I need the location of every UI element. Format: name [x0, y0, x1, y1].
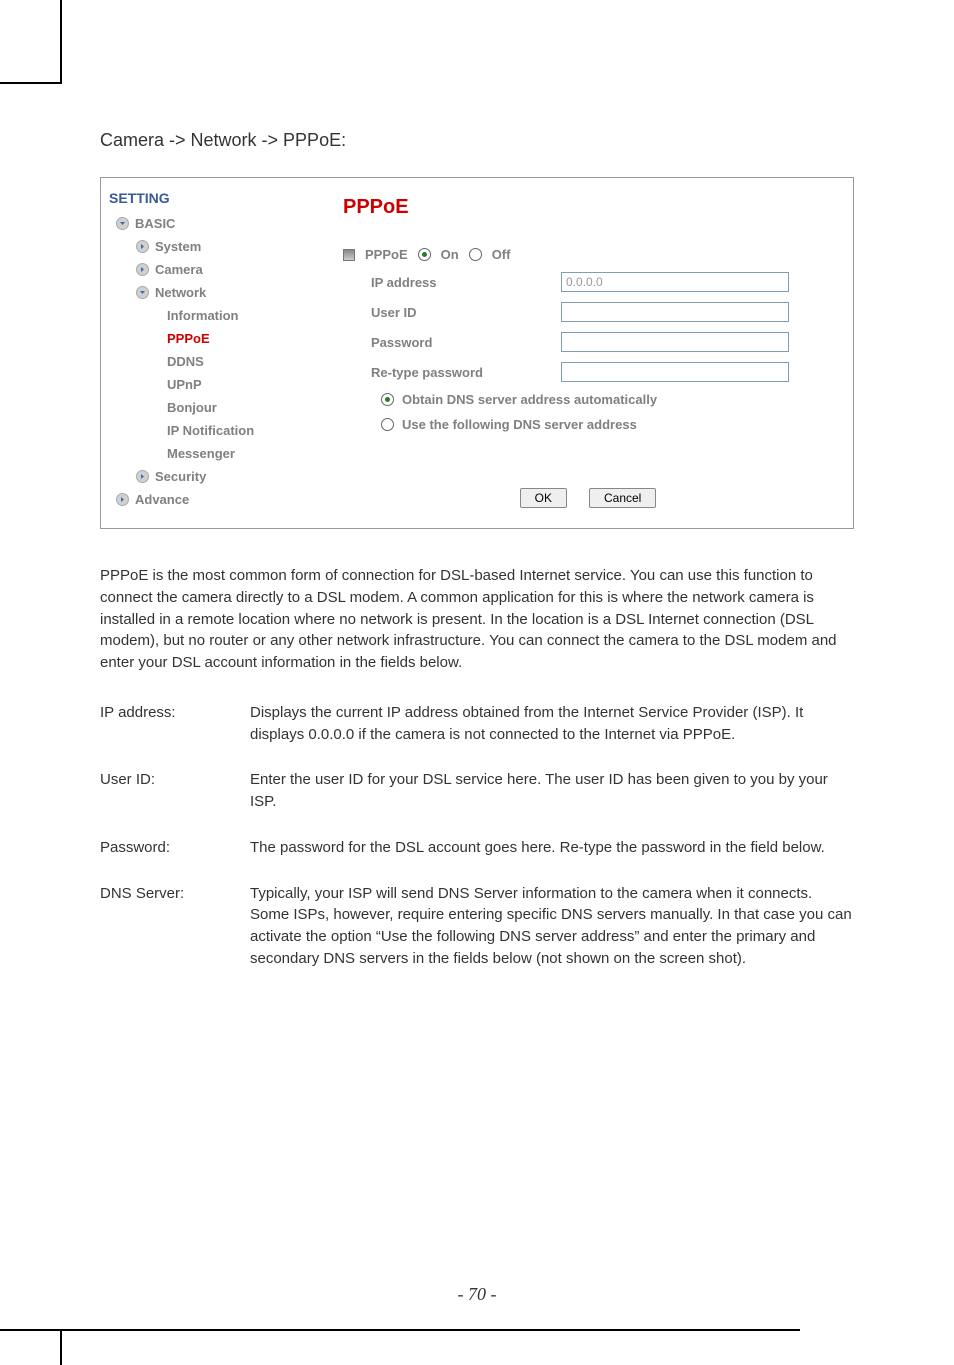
page-number: - 70 - — [0, 1284, 954, 1305]
radio-on[interactable] — [418, 248, 431, 261]
chevron-right-icon — [135, 470, 149, 484]
pppoe-toggle-row: PPPoE On Off — [343, 247, 833, 262]
sidebar-item-bonjour[interactable]: Bonjour — [109, 396, 323, 419]
chevron-right-icon — [135, 240, 149, 254]
ip-address-label: IP address — [371, 275, 561, 290]
radio-dns-manual[interactable] — [381, 418, 394, 431]
def-userid-text: Enter the user ID for your DSL service h… — [250, 769, 854, 813]
off-label: Off — [492, 247, 511, 262]
sidebar-ipnotification-label: IP Notification — [167, 423, 254, 438]
settings-panel: SETTING BASIC System Camera — [100, 177, 854, 529]
retype-password-input[interactable] — [561, 362, 789, 382]
sidebar-item-security[interactable]: Security — [109, 465, 323, 488]
sidebar-pppoe-label: PPPoE — [167, 331, 210, 346]
def-password-label: Password: — [100, 837, 250, 859]
def-ip-label: IP address: — [100, 702, 250, 746]
cancel-button[interactable]: Cancel — [589, 488, 656, 508]
sidebar-item-network[interactable]: Network — [109, 281, 323, 304]
password-input[interactable] — [561, 332, 789, 352]
userid-label: User ID — [371, 305, 561, 320]
chevron-right-icon — [135, 263, 149, 277]
def-userid-label: User ID: — [100, 769, 250, 813]
radio-dns-auto[interactable] — [381, 393, 394, 406]
password-label: Password — [371, 335, 561, 350]
chevron-down-icon — [135, 286, 149, 300]
sidebar-advance-label: Advance — [135, 492, 189, 507]
sidebar-ddns-label: DDNS — [167, 354, 204, 369]
sidebar-camera-label: Camera — [155, 262, 203, 277]
sidebar-item-pppoe[interactable]: PPPoE — [109, 327, 323, 350]
breadcrumb-heading: Camera -> Network -> PPPoE: — [100, 130, 854, 151]
sidebar-item-information[interactable]: Information — [109, 304, 323, 327]
dns-manual-row[interactable]: Use the following DNS server address — [343, 417, 833, 432]
sidebar-item-system[interactable]: System — [109, 235, 323, 258]
pppoe-label: PPPoE — [365, 247, 408, 262]
sidebar-item-upnp[interactable]: UPnP — [109, 373, 323, 396]
sidebar-upnp-label: UPnP — [167, 377, 202, 392]
main-panel: PPPoE PPPoE On Off IP address User ID Pa… — [331, 178, 853, 528]
dns-manual-label: Use the following DNS server address — [402, 417, 637, 432]
retype-label: Re-type password — [371, 365, 561, 380]
sidebar-information-label: Information — [167, 308, 239, 323]
sidebar-item-messenger[interactable]: Messenger — [109, 442, 323, 465]
sidebar-system-label: System — [155, 239, 201, 254]
description-paragraph: PPPoE is the most common form of connect… — [100, 565, 854, 674]
sidebar-item-basic[interactable]: BASIC — [109, 212, 323, 235]
sidebar-item-ipnotification[interactable]: IP Notification — [109, 419, 323, 442]
def-password-text: The password for the DSL account goes he… — [250, 837, 854, 859]
on-label: On — [441, 247, 459, 262]
radio-off[interactable] — [469, 248, 482, 261]
sidebar-item-ddns[interactable]: DDNS — [109, 350, 323, 373]
def-dns-text: Typically, your ISP will send DNS Server… — [250, 883, 854, 970]
sidebar: SETTING BASIC System Camera — [101, 178, 331, 528]
def-dns-label: DNS Server: — [100, 883, 250, 970]
section-icon — [343, 249, 355, 261]
def-ip-text: Displays the current IP address obtained… — [250, 702, 854, 746]
sidebar-item-advance[interactable]: Advance — [109, 488, 323, 511]
sidebar-item-camera[interactable]: Camera — [109, 258, 323, 281]
sidebar-messenger-label: Messenger — [167, 446, 235, 461]
sidebar-security-label: Security — [155, 469, 206, 484]
sidebar-network-label: Network — [155, 285, 206, 300]
ip-address-input[interactable] — [561, 272, 789, 292]
sidebar-bonjour-label: Bonjour — [167, 400, 217, 415]
dns-auto-row[interactable]: Obtain DNS server address automatically — [343, 392, 833, 407]
chevron-right-icon — [115, 493, 129, 507]
sidebar-basic-label: BASIC — [135, 216, 175, 231]
dns-auto-label: Obtain DNS server address automatically — [402, 392, 657, 407]
sidebar-setting-header: SETTING — [109, 190, 323, 206]
userid-input[interactable] — [561, 302, 789, 322]
chevron-down-icon — [115, 217, 129, 231]
panel-title: PPPoE — [343, 196, 833, 219]
ok-button[interactable]: OK — [520, 488, 567, 508]
